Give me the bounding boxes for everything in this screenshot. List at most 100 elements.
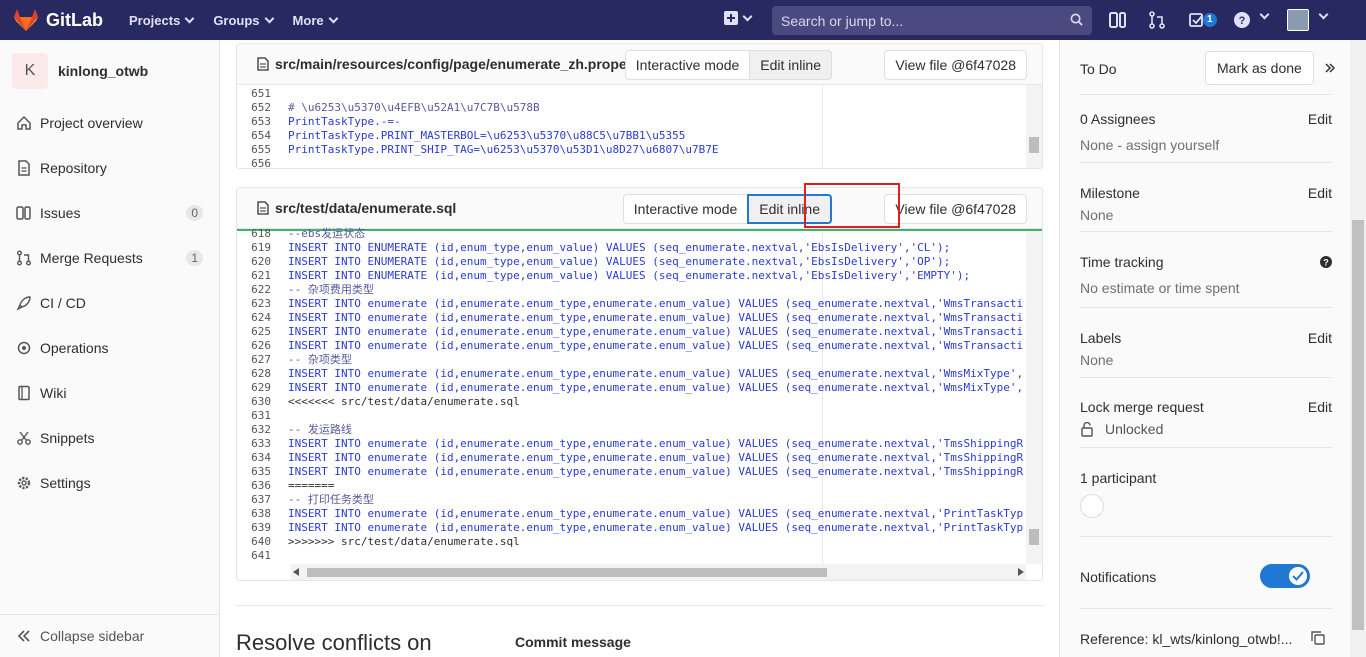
conflict-file: src/main/resources/config/page/enumerate… [236,43,1043,169]
plus-icon [724,11,738,25]
nav-groups[interactable]: Groups [213,0,274,40]
sidebar-item-project-overview[interactable]: Project overview [0,100,219,145]
svg-text:?: ? [1323,258,1329,268]
code-line: 638 INSERT INTO enumerate (id,enumerate.e… [237,507,1023,521]
merge-requests-count-badge: 1 [186,249,203,266]
line-number: 620 [251,255,271,268]
chevron-down-icon [1318,9,1329,20]
toggle-knob [1289,567,1307,585]
mark-as-done-button[interactable]: Mark as done [1205,51,1314,85]
line-text: INSERT INTO enumerate (id,enumerate.enum… [288,451,1024,464]
sidebar-item-snippets[interactable]: Snippets [0,415,219,460]
collapse-sidebar-button[interactable]: Collapse sidebar [0,614,219,656]
assign-yourself-link[interactable]: None - assign yourself [1080,137,1219,153]
print-margin [822,85,823,168]
copy-icon[interactable] [1311,631,1325,645]
line-text [277,157,288,168]
issues-icon [16,205,31,220]
sidebar-item-label: Operations [40,339,109,356]
interactive-mode-button[interactable]: Interactive mode [624,50,751,80]
code-line: 623 INSERT INTO enumerate (id,enumerate.e… [237,297,1023,311]
commit-message-label: Commit message [515,634,631,650]
lock-edit-link[interactable]: Edit [1308,399,1332,415]
collapse-sidebar-right-icon[interactable] [1325,63,1335,73]
code-line: 639 INSERT INTO enumerate (id,enumerate.e… [237,521,1023,535]
scroll-right-arrow-icon[interactable] [1018,568,1024,576]
interactive-mode-button[interactable]: Interactive mode [622,194,749,224]
scroll-thumb[interactable] [1029,529,1039,545]
assignees-edit-link[interactable]: Edit [1308,111,1332,127]
assignees-block: 0 Assignees Edit None - assign yourself [1080,95,1332,163]
user-avatar[interactable] [1287,9,1309,31]
sidebar-item-repository[interactable]: Repository [0,145,219,190]
notifications-title: Notifications [1080,569,1157,585]
code-line: 627 -- 杂项类型 [237,353,352,367]
code-line: 618 --ebs发运状态 [237,227,365,241]
scroll-thumb[interactable] [307,568,827,577]
search-input[interactable]: Search or jump to... [772,6,1092,35]
code-line: 622 -- 杂项费用类型 [237,283,374,297]
line-number: 624 [251,311,271,324]
code-line: 629 INSERT INTO enumerate (id,enumerate.e… [237,381,1023,395]
right-sidebar: To Do Mark as done 0 Assignees Edit None… [1059,40,1350,657]
line-number: 619 [251,241,271,254]
milestone-edit-link[interactable]: Edit [1308,185,1332,201]
time-tracking-title: Time tracking [1080,254,1164,270]
nav-projects[interactable]: Projects [129,0,195,40]
labels-edit-link[interactable]: Edit [1308,330,1332,346]
nav-more[interactable]: More [292,0,339,40]
page-scroll-thumb[interactable] [1352,220,1364,630]
check-icon [1292,571,1304,581]
horizontal-scrollbar[interactable] [291,564,1026,580]
nav-more-label: More [292,12,324,28]
line-text [277,549,288,563]
sidebar-item-merge-requests[interactable]: Merge Requests 1 [0,235,219,280]
code-line: 654 PrintTaskType.PRINT_MASTERBOL=\u6253\… [237,129,685,143]
gitlab-logo[interactable]: GitLab [14,9,114,31]
scroll-thumb[interactable] [1029,137,1039,153]
doc-icon [18,159,30,176]
line-text: INSERT INTO enumerate (id,enumerate.enum… [288,297,1024,310]
sidebar-item-wiki[interactable]: Wiki [0,370,219,415]
page-scrollbar[interactable] [1350,40,1366,657]
file-header: src/main/resources/config/page/enumerate… [237,44,1042,85]
code-line: 625 INSERT INTO enumerate (id,enumerate.e… [237,325,1023,339]
sidebar-item-issues[interactable]: Issues 0 [0,190,219,235]
view-file-button[interactable]: View file @6f47028 [884,194,1027,224]
help-icon[interactable]: ? [1233,11,1251,29]
file-icon [257,201,269,215]
scroll-left-arrow-icon[interactable] [293,568,299,576]
participant-avatar[interactable] [1080,494,1104,518]
sidebar-item-settings[interactable]: Settings [0,460,219,505]
top-navbar: GitLab Projects Groups More Search or ju… [0,0,1366,40]
line-number: 638 [251,507,271,520]
code-editor[interactable]: 618 --ebs发运状态 619 INSERT INTO ENUMERATE (id… [237,227,1042,580]
line-number: 631 [251,409,271,422]
view-file-button[interactable]: View file @6f47028 [884,50,1027,80]
code-line: 637 -- 打印任务类型 [237,493,374,507]
line-number: 622 [251,283,271,296]
line-text: INSERT INTO ENUMERATE (id,enum_type,enum… [288,241,951,254]
cloud-gear-icon [17,341,31,354]
help-icon[interactable]: ? [1320,256,1332,268]
project-header[interactable]: K kinlong_otwb [0,40,219,102]
line-number: 651 [251,87,271,100]
code-line: 652 # \u6253\u5370\u4EFB\u52A1\u7C7B\u578… [237,101,540,115]
code-editor[interactable]: 651 652 # \u6253\u5370\u4EFB\u52A1\u7C7B\… [237,85,1042,168]
sidebar-item-operations[interactable]: Operations [0,325,219,370]
notifications-toggle[interactable] [1260,564,1310,588]
sidebar-item-ci-cd[interactable]: CI / CD [0,280,219,325]
edit-inline-button[interactable]: Edit inline [749,50,832,80]
vertical-scrollbar[interactable] [1026,231,1042,564]
line-text: INSERT INTO enumerate (id,enumerate.enum… [288,465,1024,478]
double-chevron-left-icon [17,629,30,642]
search-placeholder: Search or jump to... [781,12,904,29]
code-line: 624 INSERT INTO enumerate (id,enumerate.e… [237,311,1023,325]
code-line: 634 INSERT INTO enumerate (id,enumerate.e… [237,451,1023,465]
merge-request-icon[interactable] [1148,11,1166,29]
line-number: 618 [251,227,271,240]
new-item-button[interactable] [724,11,753,25]
sidebar-toggle-icon[interactable] [1109,11,1127,29]
vertical-scrollbar[interactable] [1026,85,1042,168]
sidebar-item-label: Project overview [40,114,143,131]
